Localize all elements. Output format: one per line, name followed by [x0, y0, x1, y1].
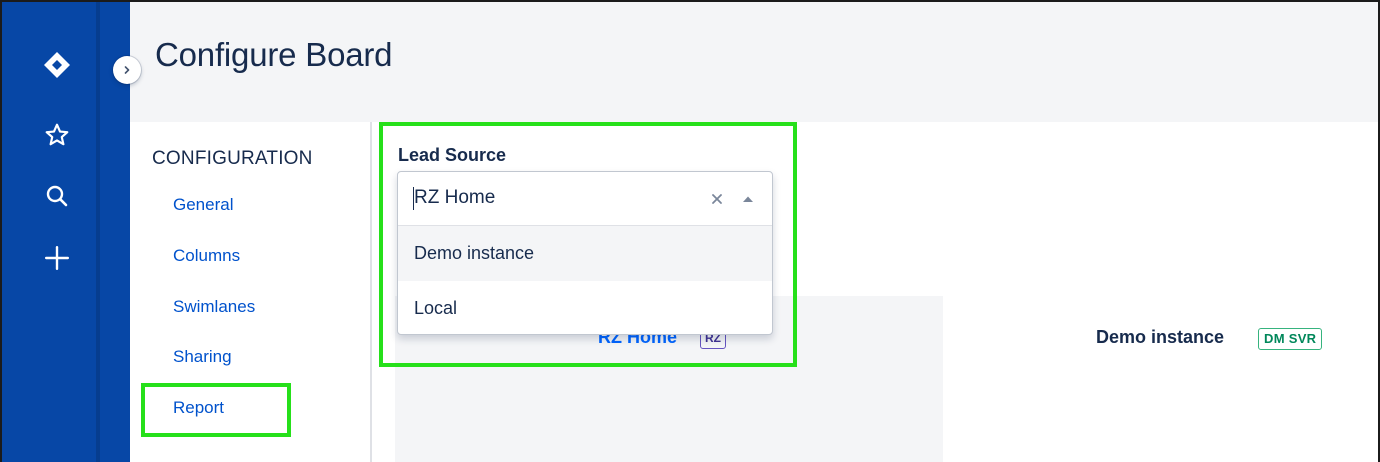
nav-item-sharing[interactable]: Sharing: [173, 347, 232, 367]
option-local[interactable]: Local: [398, 281, 772, 334]
lead-source-select[interactable]: RZ Home Demo instance Local: [397, 171, 773, 335]
instance-name: Demo instance: [1096, 327, 1225, 347]
jira-logo-icon[interactable]: [37, 45, 77, 85]
clear-icon[interactable]: [707, 189, 727, 209]
lead-source-selected-value: RZ Home: [414, 187, 496, 208]
page-title: Configure Board: [155, 36, 393, 73]
chevron-right-icon: [124, 66, 130, 74]
lead-source-control[interactable]: RZ Home: [398, 172, 772, 226]
nav-item-swimlanes[interactable]: Swimlanes: [173, 297, 255, 317]
configuration-heading: CONFIGURATION: [152, 148, 313, 169]
global-navigation: [0, 0, 130, 462]
report-highlight-box: [141, 383, 291, 437]
nav-item-columns[interactable]: Columns: [173, 246, 240, 266]
plus-icon[interactable]: [37, 238, 77, 278]
nav-divider: [96, 0, 100, 462]
page-header: Configure Board: [130, 0, 1380, 122]
expand-sidebar-button[interactable]: [113, 56, 141, 84]
option-demo-instance[interactable]: Demo instance: [398, 226, 772, 281]
instance-badge: DM SVR: [1258, 328, 1323, 350]
chevron-up-icon[interactable]: [739, 190, 757, 208]
star-icon[interactable]: [37, 115, 77, 155]
sidebar-divider: [370, 122, 372, 462]
search-icon[interactable]: [37, 176, 77, 216]
nav-item-general[interactable]: General: [173, 195, 233, 215]
